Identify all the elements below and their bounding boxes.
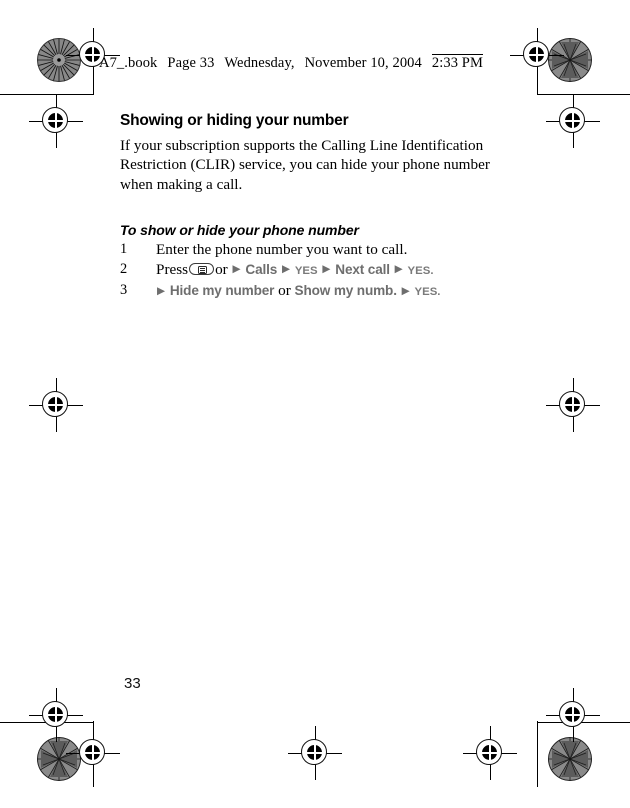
trim-line-right-bottom bbox=[537, 721, 539, 787]
step-content: Press or ▶ Calls ▶ YES ▶ Next call ▶ YES. bbox=[156, 261, 434, 278]
page-body: Showing or hiding your number If your su… bbox=[120, 112, 520, 303]
menu-item-show-my-numb: Show my numb. bbox=[294, 283, 397, 299]
crosshair-bottom-gutter bbox=[66, 726, 120, 780]
section-title: Showing or hiding your number bbox=[120, 112, 349, 129]
crosshair-top-left bbox=[29, 94, 83, 148]
crosshair-center-dot bbox=[562, 394, 583, 415]
menu-key-icon bbox=[189, 262, 215, 275]
step-content: ▶ Hide my number or Show my numb. ▶ YES. bbox=[156, 282, 440, 299]
crosshair-center-dot bbox=[562, 704, 583, 725]
crosshair-center-dot bbox=[45, 394, 66, 415]
menu-arrow-icon: ▶ bbox=[394, 263, 403, 276]
menu-arrow-icon: ▶ bbox=[401, 284, 410, 297]
step-number: 3 bbox=[120, 282, 128, 299]
crosshair-center-dot bbox=[562, 110, 583, 131]
softkey-yes: YES. bbox=[407, 264, 434, 277]
step-conjunction: or bbox=[278, 282, 291, 300]
crosshair-center-dot bbox=[45, 704, 66, 725]
menu-arrow-icon: ▶ bbox=[232, 263, 241, 276]
menu-arrow-icon: ▶ bbox=[157, 284, 166, 297]
menu-item-calls: Calls bbox=[245, 261, 278, 277]
procedure-step-1: 1 Enter the phone number you want to cal… bbox=[120, 240, 520, 260]
procedure-title: To show or hide your phone number bbox=[120, 222, 359, 239]
menu-item-next-call: Next call bbox=[335, 261, 390, 277]
step-text: Enter the phone number you want to call. bbox=[156, 241, 408, 259]
header-time: 2:33 PM bbox=[431, 54, 483, 71]
header-page-label: Page 33 bbox=[167, 54, 215, 71]
menu-arrow-icon: ▶ bbox=[322, 263, 331, 276]
menu-arrow-icon: ▶ bbox=[281, 263, 291, 276]
crosshair-middle-right bbox=[546, 378, 600, 432]
step-number: 1 bbox=[120, 241, 128, 258]
crosshair-center-dot bbox=[82, 44, 103, 65]
page-number-folio: 33 bbox=[124, 675, 141, 692]
crosshair-center-dot bbox=[479, 742, 500, 763]
header-file-name: A7_.book bbox=[99, 54, 158, 71]
header-date: November 10, 2004 bbox=[304, 54, 422, 71]
crosshair-center-dot bbox=[82, 742, 103, 763]
procedure-step-list: 1 Enter the phone number you want to cal… bbox=[120, 240, 520, 303]
softkey-yes: YES. bbox=[414, 286, 441, 299]
running-header: A7_.book Page 33 Wednesday, November 10,… bbox=[99, 48, 539, 78]
menu-list-glyph bbox=[198, 265, 208, 274]
step-text: Press bbox=[156, 260, 189, 278]
crosshair-bottom-right bbox=[546, 688, 600, 742]
menu-item-hide-my-number: Hide my number bbox=[169, 283, 275, 299]
pinwheel-target-bottom-right bbox=[548, 737, 592, 781]
procedure-step-2: 2 Press or ▶ Calls ▶ YES ▶ Next call ▶ YE… bbox=[120, 260, 520, 282]
crosshair-top-right bbox=[546, 94, 600, 148]
crosshair-bottom-mid-right bbox=[463, 726, 517, 780]
crosshair-bottom-center bbox=[288, 726, 342, 780]
step-conjunction: or bbox=[215, 260, 228, 278]
procedure-step-3: 3 ▶ Hide my number or Show my numb. ▶ YE… bbox=[120, 281, 520, 303]
header-weekday: Wednesday, bbox=[224, 54, 295, 71]
section-intro-paragraph: If your subscription supports the Callin… bbox=[120, 137, 490, 193]
crosshair-center-dot bbox=[45, 110, 66, 131]
crosshair-middle-left bbox=[29, 378, 83, 432]
crosshair-center-dot bbox=[304, 742, 325, 763]
step-content: Enter the phone number you want to call. bbox=[156, 241, 407, 258]
softkey-yes: YES bbox=[294, 264, 318, 277]
step-number: 2 bbox=[120, 260, 128, 277]
